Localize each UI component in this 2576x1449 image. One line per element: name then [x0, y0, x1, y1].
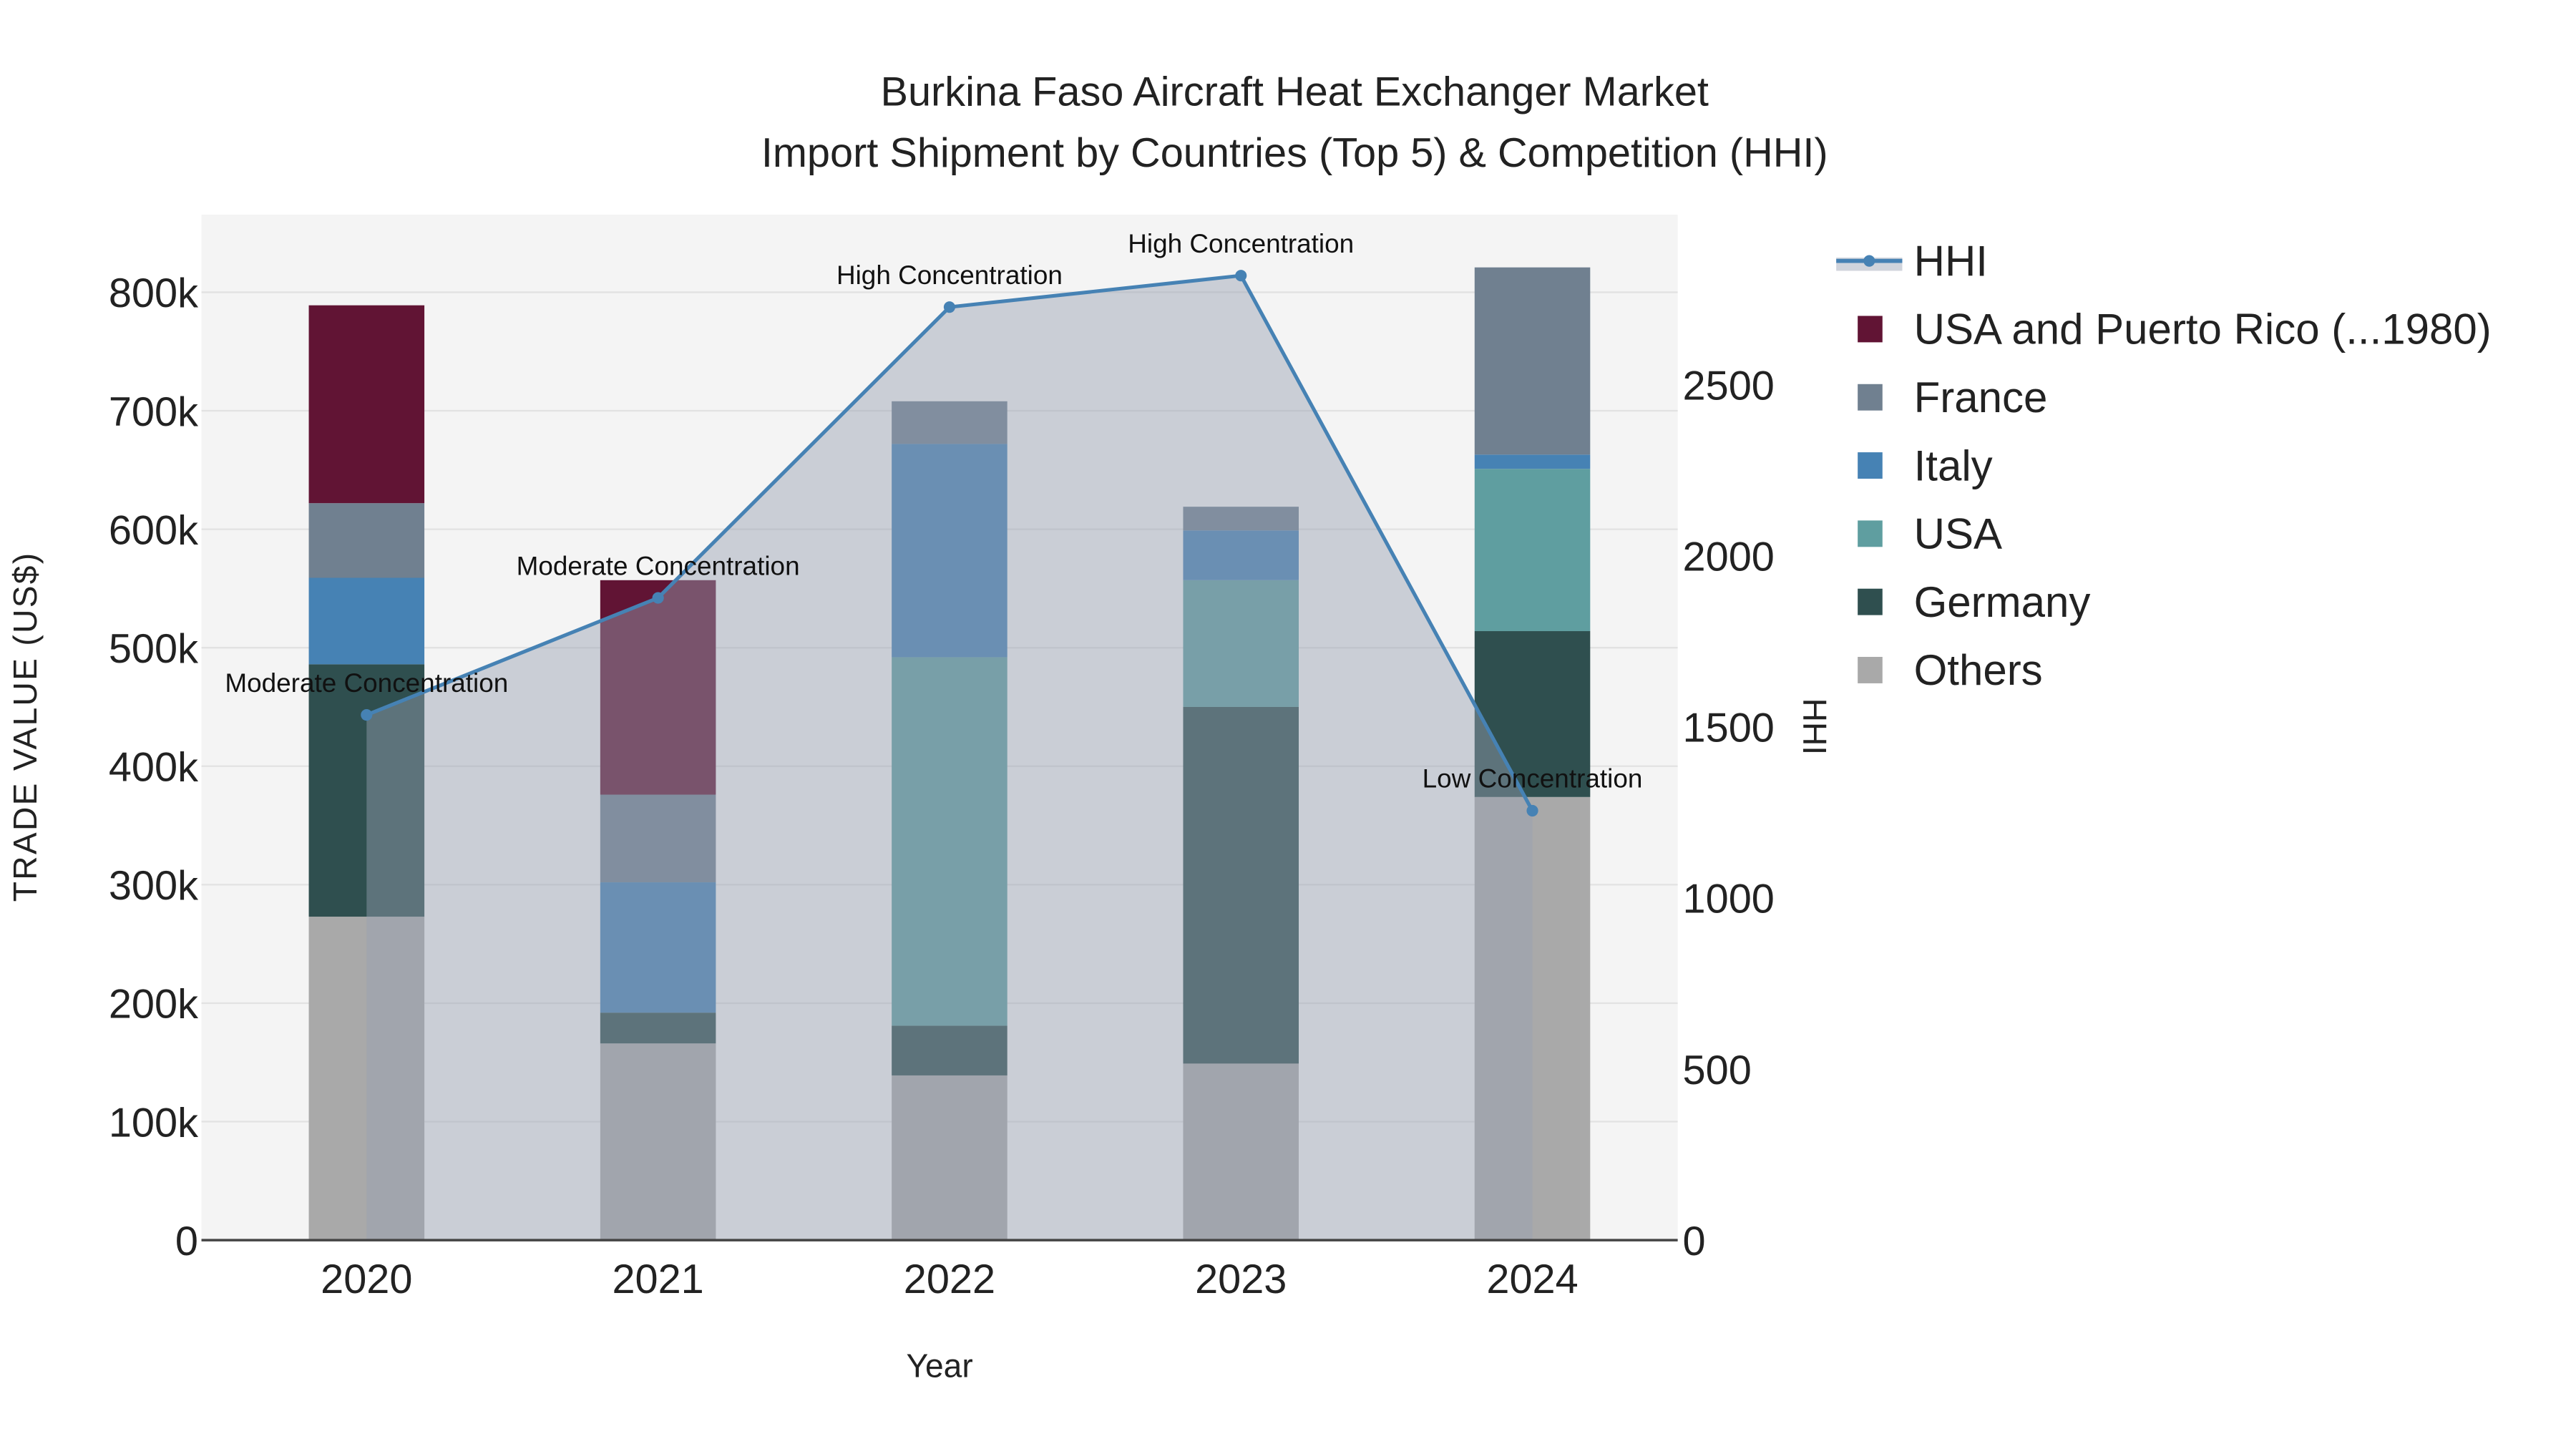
x-tick-label: 2024: [1486, 1257, 1578, 1302]
hhi-annotation: Moderate Concentration: [225, 668, 508, 698]
hhi-point-2023: [1235, 270, 1247, 282]
legend-label: HHI: [1914, 237, 1988, 285]
legend-swatch: [1858, 657, 1883, 683]
y-tick-label: 800k: [109, 270, 198, 316]
hhi-annotation: Moderate Concentration: [517, 551, 800, 580]
hhi-point-2020: [361, 709, 373, 721]
legend-swatch: [1858, 588, 1883, 615]
legend-swatch: [1858, 452, 1883, 479]
bar-usa-and-puerto-rico-1980--2020: [308, 305, 425, 504]
y-tick-label: 100k: [109, 1100, 198, 1146]
x-tick-label: 2023: [1195, 1257, 1287, 1302]
legend-item-france[interactable]: France: [1858, 374, 2047, 421]
bar-italy-2020: [308, 577, 425, 665]
y2-tick-label: 2000: [1683, 535, 1775, 580]
legend-swatch: [1858, 384, 1883, 411]
legend-label: France: [1914, 374, 2048, 421]
legend-label: Germany: [1914, 578, 2091, 626]
hhi-annotation: Low Concentration: [1423, 764, 1643, 794]
y-axis-title: TRADE VALUE (US$): [6, 552, 44, 902]
legend-item-usa-and-puerto-rico-1980-[interactable]: USA and Puerto Rico (...1980): [1858, 306, 2492, 353]
legend-marker: [1863, 255, 1875, 267]
y2-tick-label: 500: [1683, 1048, 1752, 1093]
chart-stage: Moderate Concentration Moderate Concentra…: [0, 0, 2576, 1449]
legend-item-hhi[interactable]: HHI: [1836, 237, 1988, 285]
y-tick-label: 300k: [109, 863, 198, 909]
y-tick-label: 600k: [109, 507, 198, 553]
bar-usa-2024: [1474, 469, 1591, 632]
y-tick-label: 0: [175, 1219, 198, 1264]
y2-tick-label: 1000: [1683, 877, 1775, 922]
y2-tick-label: 1500: [1683, 706, 1775, 751]
chart-title-line2: Import Shipment by Countries (Top 5) & C…: [761, 130, 1828, 176]
legend-label: Others: [1914, 646, 2043, 694]
y-tick-label: 400k: [109, 745, 198, 791]
y-tick-label: 700k: [109, 389, 198, 435]
legend-swatch: [1858, 316, 1883, 343]
bar-italy-2024: [1474, 454, 1591, 469]
legend-item-others[interactable]: Others: [1858, 646, 2043, 694]
y-tick-label: 500k: [109, 626, 198, 672]
y-tick-label: 200k: [109, 982, 198, 1028]
y2-tick-label: 2500: [1683, 363, 1775, 409]
legend-item-usa[interactable]: USA: [1858, 510, 2002, 558]
hhi-annotation: High Concentration: [836, 260, 1063, 290]
hhi-point-2022: [943, 301, 956, 313]
chart-title-line1: Burkina Faso Aircraft Heat Exchanger Mar…: [881, 69, 1709, 115]
x-tick-label: 2021: [612, 1257, 703, 1302]
bar-france-2020: [308, 503, 425, 578]
hhi-point-2021: [652, 592, 664, 604]
legend-item-germany[interactable]: Germany: [1858, 578, 2090, 626]
x-axis-title: Year: [906, 1347, 972, 1385]
legend-label: USA and Puerto Rico (...1980): [1914, 306, 2492, 353]
legend-label: USA: [1914, 510, 2002, 558]
y2-axis-title: HHI: [1796, 698, 1833, 755]
legend-swatch: [1858, 520, 1883, 547]
chart: Moderate Concentration Moderate Concentra…: [6, 69, 2492, 1385]
legend-label: Italy: [1914, 441, 1993, 489]
bar-france-2024: [1474, 267, 1591, 455]
legend-item-italy[interactable]: Italy: [1858, 441, 1993, 489]
hhi-point-2024: [1526, 804, 1538, 817]
x-tick-label: 2022: [904, 1257, 995, 1302]
y2-tick-label: 0: [1683, 1219, 1706, 1264]
hhi-annotation: High Concentration: [1128, 229, 1354, 258]
x-tick-label: 2020: [321, 1257, 412, 1302]
